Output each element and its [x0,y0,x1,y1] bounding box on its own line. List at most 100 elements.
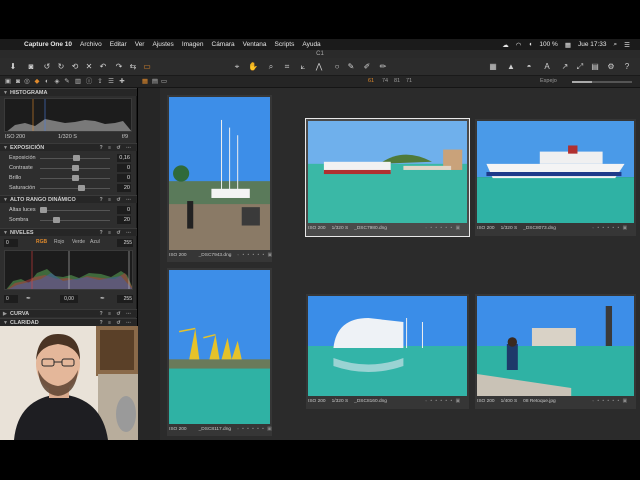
reset-icon[interactable]: ⟲ [70,62,80,72]
exposure-header[interactable]: ▼ EXPOSICIÓN ? ≡ ↺ ⋯ [0,143,137,151]
rating-dots[interactable]: ▫ • • • • • ▣ [237,427,273,432]
delete-icon[interactable]: ✕ [84,62,94,72]
keystone-tool-icon[interactable]: ⋀ [314,62,324,72]
levels-tab-blue[interactable]: Azul [90,239,100,245]
hdr-knob[interactable] [40,207,47,213]
collapse-triangle-icon[interactable]: ▼ [3,144,8,152]
import-icon[interactable]: ⬇ [8,62,18,72]
undo-icon[interactable]: ↶ [98,62,108,72]
details-tab-icon[interactable]: ◈ [53,78,61,86]
menu-ayuda[interactable]: Ayuda [302,41,320,48]
histogram-header[interactable]: ▼ HISTOGRAMA [0,88,137,96]
print-icon[interactable]: ▤ [590,62,600,72]
thumbnail-image[interactable] [308,296,467,396]
variant-count-1[interactable]: 61 [368,78,374,84]
grid-view-icon[interactable]: ▦ [488,62,498,72]
app-menu[interactable]: Capture One 10 [24,41,72,48]
filmstrip-icon[interactable]: ▭ [160,78,168,86]
levels-histogram[interactable] [4,250,133,290]
menu-ventana[interactable]: Ventana [243,41,267,48]
menu-ver[interactable]: Ver [135,41,145,48]
redo-icon[interactable]: ↷ [114,62,124,72]
eyedropper-light-icon[interactable]: ✒ [100,295,105,302]
variant-count-4[interactable]: 71 [406,78,412,84]
grid-thumbs-icon[interactable]: ▦ [141,78,149,86]
crop-tool-icon[interactable]: ⌗ [282,62,292,72]
hand-tool-icon[interactable]: ✋ [248,62,258,72]
section-controls[interactable]: ? ≡ ↺ ⋯ [100,144,133,152]
hdr-value[interactable]: 0 [117,206,131,214]
batch-tab-icon[interactable]: ☰ [107,78,115,86]
export-icon[interactable]: ↗ [560,62,570,72]
eyedropper-dark-icon[interactable]: ✒ [26,295,31,302]
menu-editar[interactable]: Editar [110,41,127,48]
exposure-value[interactable]: 0,16 [117,154,131,162]
rating-dots[interactable]: ▫ • • • • • ▣ [425,226,461,231]
custom-tab-icon[interactable]: ✚ [118,78,126,86]
picker-tool-icon[interactable]: ✐ [362,62,372,72]
list-icon[interactable]: ☰ [624,41,630,49]
rotate-left-icon[interactable]: ↺ [42,62,52,72]
variant-count-3[interactable]: 81 [394,78,400,84]
rating-dots[interactable]: ▫ • • • • • ▣ [592,226,628,231]
copy-adjustments-icon[interactable]: ⇆ [128,62,138,72]
proof-icon[interactable]: ◓ [524,62,534,72]
browser-view-icon[interactable]: ▭ [142,62,152,72]
menu-imagen[interactable]: Imagen [182,41,204,48]
straighten-tool-icon[interactable]: ⟀ [298,62,308,72]
exposure-knob[interactable] [78,185,86,191]
thumbnail-image[interactable] [169,270,270,424]
exposure-knob[interactable] [73,155,81,161]
exposure-slider[interactable] [40,185,110,191]
cloud-icon[interactable]: ☁ [502,41,509,49]
capture-tab-icon[interactable]: ◙ [14,78,22,86]
collapse-triangle-icon[interactable]: ▼ [3,196,8,204]
exposure-slider[interactable] [40,175,110,181]
adjust-tab-icon[interactable]: ▥ [74,78,82,86]
volume-icon[interactable]: ◖ [528,41,532,48]
exposure-slider[interactable] [40,165,110,171]
levels-low-input[interactable]: 0 [4,239,18,247]
thumbnail-image[interactable] [477,121,634,223]
search-icon[interactable]: ⌕ [614,41,618,49]
rating-dots[interactable]: ▫ • • • • • ▣ [592,399,628,404]
hdr-value[interactable]: 20 [117,216,131,224]
rating-dots[interactable]: ▫ • • • • • ▣ [425,399,461,404]
clock[interactable]: Jue 17:33 [578,41,607,48]
thumbnail-card[interactable]: ISO 200 1/320 S _DSC7980.dng ▫ • • • • • ▣ [305,118,470,237]
exposure-value[interactable]: 20 [117,184,131,192]
output-tab-icon[interactable]: ⇪ [96,78,104,86]
section-controls[interactable]: ? ≡ ↺ ⋯ [100,229,133,237]
hdr-slider[interactable] [40,217,110,223]
thumbnail-card[interactable]: ISO 200 1/400 S 08 Retoque.jpg ▫ • • • • • … [475,294,636,409]
curve-header[interactable]: ▶ CURVA ? ≡ ↺ ⋯ [0,309,137,317]
browser-scroll-gutter[interactable] [138,88,160,440]
color-tab-icon[interactable]: ◆ [33,78,41,86]
exposure-knob[interactable] [72,165,79,171]
hdr-knob[interactable] [52,217,60,223]
levels-high-input[interactable]: 255 [117,239,133,247]
exposure-value[interactable]: 0 [117,164,131,172]
fullscreen-icon[interactable]: ⤢ [575,62,585,72]
levels-midpoint[interactable]: 0,00 [60,295,78,303]
flag-icon[interactable]: ▦ [565,41,571,49]
zoom-tool-icon[interactable]: ⌕ [266,62,276,72]
expand-triangle-icon[interactable]: ▶ [3,310,7,318]
levels-header[interactable]: ▼ NIVELES ? ≡ ↺ ⋯ [0,228,137,236]
list-thumbs-icon[interactable]: ▤ [151,78,159,86]
section-controls[interactable]: ? ≡ ↺ ⋯ [100,196,133,204]
collapse-triangle-icon[interactable]: ▼ [3,89,8,97]
metadata-tab-icon[interactable]: ⓘ [85,78,93,86]
menu-camara[interactable]: Cámara [212,41,235,48]
exposure-tab-icon[interactable]: ◐ [43,78,51,86]
menu-ajustes[interactable]: Ajustes [152,41,173,48]
exposure-value[interactable]: 0 [117,174,131,182]
thumbnail-card[interactable]: ISO 200 1/320 S _DSC8073.dng ▫ • • • • • ▣ [475,119,636,236]
thumbnail-size-slider[interactable] [572,81,632,83]
thumbnail-card[interactable]: ISO 200 _DSC8117.dng ▫ • • • • • ▣ [167,268,272,436]
thumbnail-image[interactable] [169,97,270,250]
thumbnail-card[interactable]: ISO 200 1/320 S _DSC8160.dng ▫ • • • • • ▣ [306,294,469,409]
battery-label[interactable]: 100 % [539,41,557,48]
thumbnail-image[interactable] [477,296,634,396]
hdr-header[interactable]: ▼ ALTO RANGO DINÁMICO ? ≡ ↺ ⋯ [0,195,137,203]
